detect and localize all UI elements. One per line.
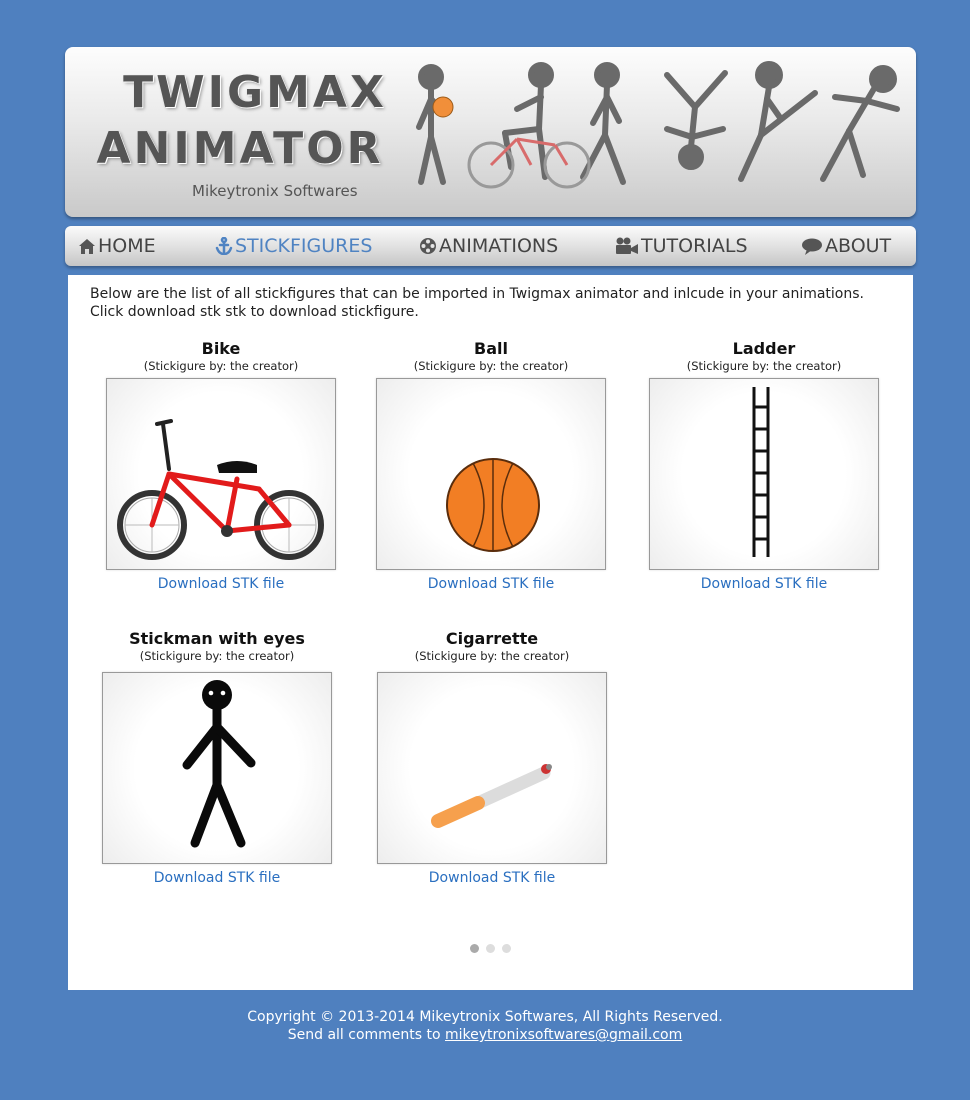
comments-line: Send all comments to mikeytronixsoftware… [0,1026,970,1044]
download-stk-link[interactable]: Download STK file [97,870,337,886]
card-credit: (Stickigure by: the creator) [686,359,842,373]
intro-line-2: Click download stk stk to download stick… [90,304,419,320]
carousel-pager [470,938,518,957]
card-credit: (Stickigure by: the creator) [413,359,569,373]
ball-thumbnail[interactable] [376,378,606,570]
bike-image [117,419,324,560]
ladder-thumbnail[interactable] [649,378,879,570]
stickman-thumbnail[interactable] [102,672,332,864]
card-title: Stickman with eyes [129,629,305,648]
download-stk-link[interactable]: Download STK file [101,576,341,592]
pager-dot-1[interactable] [470,944,479,953]
logo-subtitle: Mikeytronix Softwares [192,182,358,200]
stickfigure-card-bike: Bike (Stickigure by: the creator) Downlo… [101,339,341,592]
stickfigure-card-cigarrette: Cigarrette (Stickigure by: the creator) … [372,629,612,886]
stickfigure-card-stickman-with-eyes: Stickman with eyes (Stickigure by: the c… [97,629,337,886]
pager-dot-3[interactable] [502,944,511,953]
nav-about-label: ABOUT [825,235,892,257]
download-stk-link[interactable]: Download STK file [372,870,612,886]
nav-animations-label: ANIMATIONS [439,235,559,257]
card-title: Ladder [732,339,796,358]
ball-image [446,458,540,552]
stickfigure-card-ball: Ball (Stickigure by: the creator) Downlo… [371,339,611,592]
contact-email-link[interactable]: mikeytronixsoftwares@gmail.com [445,1027,682,1043]
nav-stickfigures[interactable]: STICKFIGURES [215,226,372,266]
card-credit: (Stickigure by: the creator) [143,359,299,373]
stickfigure-card-ladder: Ladder (Stickigure by: the creator) Down… [644,339,884,592]
card-credit: (Stickigure by: the creator) [139,649,295,663]
header-stickfigures-illustration [416,61,900,189]
card-title: Ball [474,339,508,358]
nav-home-label: HOME [98,235,156,257]
site-footer: Copyright © 2013-2014 Mikeytronix Softwa… [0,1008,970,1044]
house-icon [79,239,95,254]
bike-thumbnail[interactable] [106,378,336,570]
download-stk-link[interactable]: Download STK file [371,576,611,592]
nav-animations[interactable]: ANIMATIONS [419,226,558,266]
film-reel-icon [420,238,436,254]
download-stk-link[interactable]: Download STK file [644,576,884,592]
card-title: Bike [201,339,241,358]
content-panel: Below are the list of all stickfigures t… [68,275,913,990]
card-title: Cigarrette [445,629,539,648]
logo-title-line2: ANIMATOR [96,123,384,174]
speech-bubble-icon [802,238,822,255]
site-header: TWIGMAX ANIMATOR Mikeytronix Softwares [65,47,916,217]
cigarrette-image [431,764,552,828]
nav-about[interactable]: ABOUT [801,226,891,266]
nav-tutorials-label: TUTORIALS [641,235,748,257]
pager-dot-2[interactable] [486,944,495,953]
intro-line-1: Below are the list of all stickfigures t… [90,286,864,302]
logo-title-line1: TWIGMAX [123,67,387,118]
main-navigation: HOME STICKFIGURES ANIMATIONS TUTORIALS A… [65,226,916,266]
video-camera-icon [616,237,638,254]
nav-tutorials[interactable]: TUTORIALS [615,226,748,266]
ladder-image [752,387,770,557]
cigarrette-thumbnail[interactable] [377,672,607,864]
intro-text: Below are the list of all stickfigures t… [90,285,900,321]
copyright-text: Copyright © 2013-2014 Mikeytronix Softwa… [247,1009,723,1025]
anchor-icon [215,236,233,256]
nav-home[interactable]: HOME [78,226,156,266]
nav-stickfigures-label: STICKFIGURES [235,235,373,257]
comments-prefix: Send all comments to [287,1027,446,1043]
card-credit: (Stickigure by: the creator) [414,649,570,663]
stickman-image [182,680,256,848]
